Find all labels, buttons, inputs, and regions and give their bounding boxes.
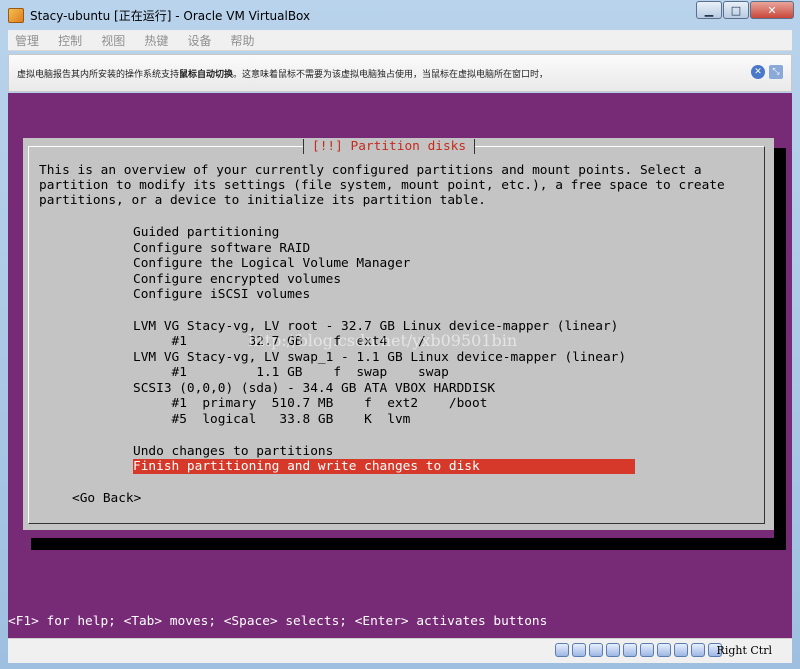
- menu-bar: 管理 控制 视图 热键 设备 帮助: [8, 30, 792, 51]
- close-notice-icon[interactable]: ✕: [751, 65, 765, 79]
- option-lvm[interactable]: Configure the Logical Volume Manager: [133, 256, 410, 271]
- go-back-button[interactable]: <Go Back>: [72, 491, 141, 506]
- network-icon[interactable]: [640, 643, 654, 657]
- device-icons: [555, 643, 722, 657]
- menu-control[interactable]: 控制: [51, 30, 89, 49]
- video-capture-icon[interactable]: [674, 643, 688, 657]
- option-iscsi-volumes[interactable]: Configure iSCSI volumes: [133, 287, 310, 302]
- notice-text: 虚拟电脑报告其内所安装的操作系统支持鼠标自动切换。这意味着鼠标不需要为该虚拟电脑…: [17, 67, 548, 80]
- partition-boot[interactable]: #1 primary 510.7 MB f ext2 /boot: [133, 396, 488, 411]
- mouse-integration-notice: 虚拟电脑报告其内所安装的操作系统支持鼠标自动切换。这意味着鼠标不需要为该虚拟电脑…: [8, 54, 792, 92]
- hard-disk-icon[interactable]: [555, 643, 569, 657]
- menu-machine[interactable]: 管理: [8, 30, 46, 49]
- display-icon[interactable]: [623, 643, 637, 657]
- help-line: <F1> for help; <Tab> moves; <Space> sele…: [8, 614, 548, 629]
- dialog-title: [!!] Partition disks: [303, 139, 476, 154]
- device-sda[interactable]: SCSI3 (0,0,0) (sda) - 34.4 GB ATA VBOX H…: [133, 381, 495, 396]
- maximize-button[interactable]: □: [723, 1, 749, 19]
- virtualbox-app-icon: [8, 8, 24, 23]
- menu-view[interactable]: 视图: [94, 30, 132, 49]
- menu-hotkeys[interactable]: 热键: [137, 30, 175, 49]
- capture-icon[interactable]: [657, 643, 671, 657]
- watermark: http://blog.csdn.net/yxb09501bin: [248, 331, 518, 350]
- minimize-button[interactable]: ▁: [696, 1, 722, 19]
- shared-folder-icon[interactable]: [606, 643, 620, 657]
- status-bar: Right Ctrl: [8, 638, 792, 663]
- menu-help[interactable]: 帮助: [224, 30, 262, 49]
- menu-devices[interactable]: 设备: [180, 30, 218, 49]
- usb-icon[interactable]: [589, 643, 603, 657]
- option-software-raid[interactable]: Configure software RAID: [133, 241, 310, 256]
- mouse-integration-icon[interactable]: [691, 643, 705, 657]
- option-finish-partitioning[interactable]: Finish partitioning and write changes to…: [133, 459, 635, 474]
- dialog-shadow-right: [774, 148, 786, 550]
- option-encrypted-volumes[interactable]: Configure encrypted volumes: [133, 272, 341, 287]
- notice-text-part: 。这意味着鼠标不需要为该虚拟电脑独占使用，当鼠标在虚拟电脑所在窗口时，: [233, 70, 549, 80]
- option-guided-partitioning[interactable]: Guided partitioning: [133, 225, 279, 240]
- option-undo-changes[interactable]: Undo changes to partitions: [133, 444, 333, 459]
- notice-text-part: 虚拟电脑报告其内所安装的操作系统支持: [17, 70, 180, 80]
- partition-swap[interactable]: #1 1.1 GB f swap swap: [133, 365, 449, 380]
- title-bar[interactable]: Stacy-ubuntu [正在运行] - Oracle VM VirtualB…: [0, 0, 800, 30]
- intro-line: This is an overview of your currently co…: [39, 163, 702, 178]
- notice-text-bold: 鼠标自动切换: [179, 70, 234, 80]
- partition-dialog: [!!] Partition disks This is an overview…: [23, 138, 774, 530]
- host-key-label: Right Ctrl: [716, 644, 772, 657]
- device-lvm-swap[interactable]: LVM VG Stacy-vg, LV swap_1 - 1.1 GB Linu…: [133, 350, 626, 365]
- close-button[interactable]: ✕: [750, 1, 794, 19]
- vm-console[interactable]: [!!] Partition disks This is an overview…: [8, 93, 792, 638]
- dialog-shadow-bottom: [31, 538, 777, 550]
- partition-lvm[interactable]: #5 logical 33.8 GB K lvm: [133, 412, 411, 427]
- mouse-integration-icon[interactable]: ⤡: [769, 65, 783, 79]
- window-title: Stacy-ubuntu [正在运行] - Oracle VM VirtualB…: [30, 9, 311, 23]
- optical-drive-icon[interactable]: [572, 643, 586, 657]
- intro-line: partitions, or a device to initialize it…: [39, 193, 486, 208]
- window-controls: ▁ □ ✕: [695, 1, 794, 19]
- vm-window: Stacy-ubuntu [正在运行] - Oracle VM VirtualB…: [0, 0, 800, 669]
- intro-line: partition to modify its settings (file s…: [39, 178, 725, 193]
- notice-icons: ✕ ⤡: [751, 65, 783, 79]
